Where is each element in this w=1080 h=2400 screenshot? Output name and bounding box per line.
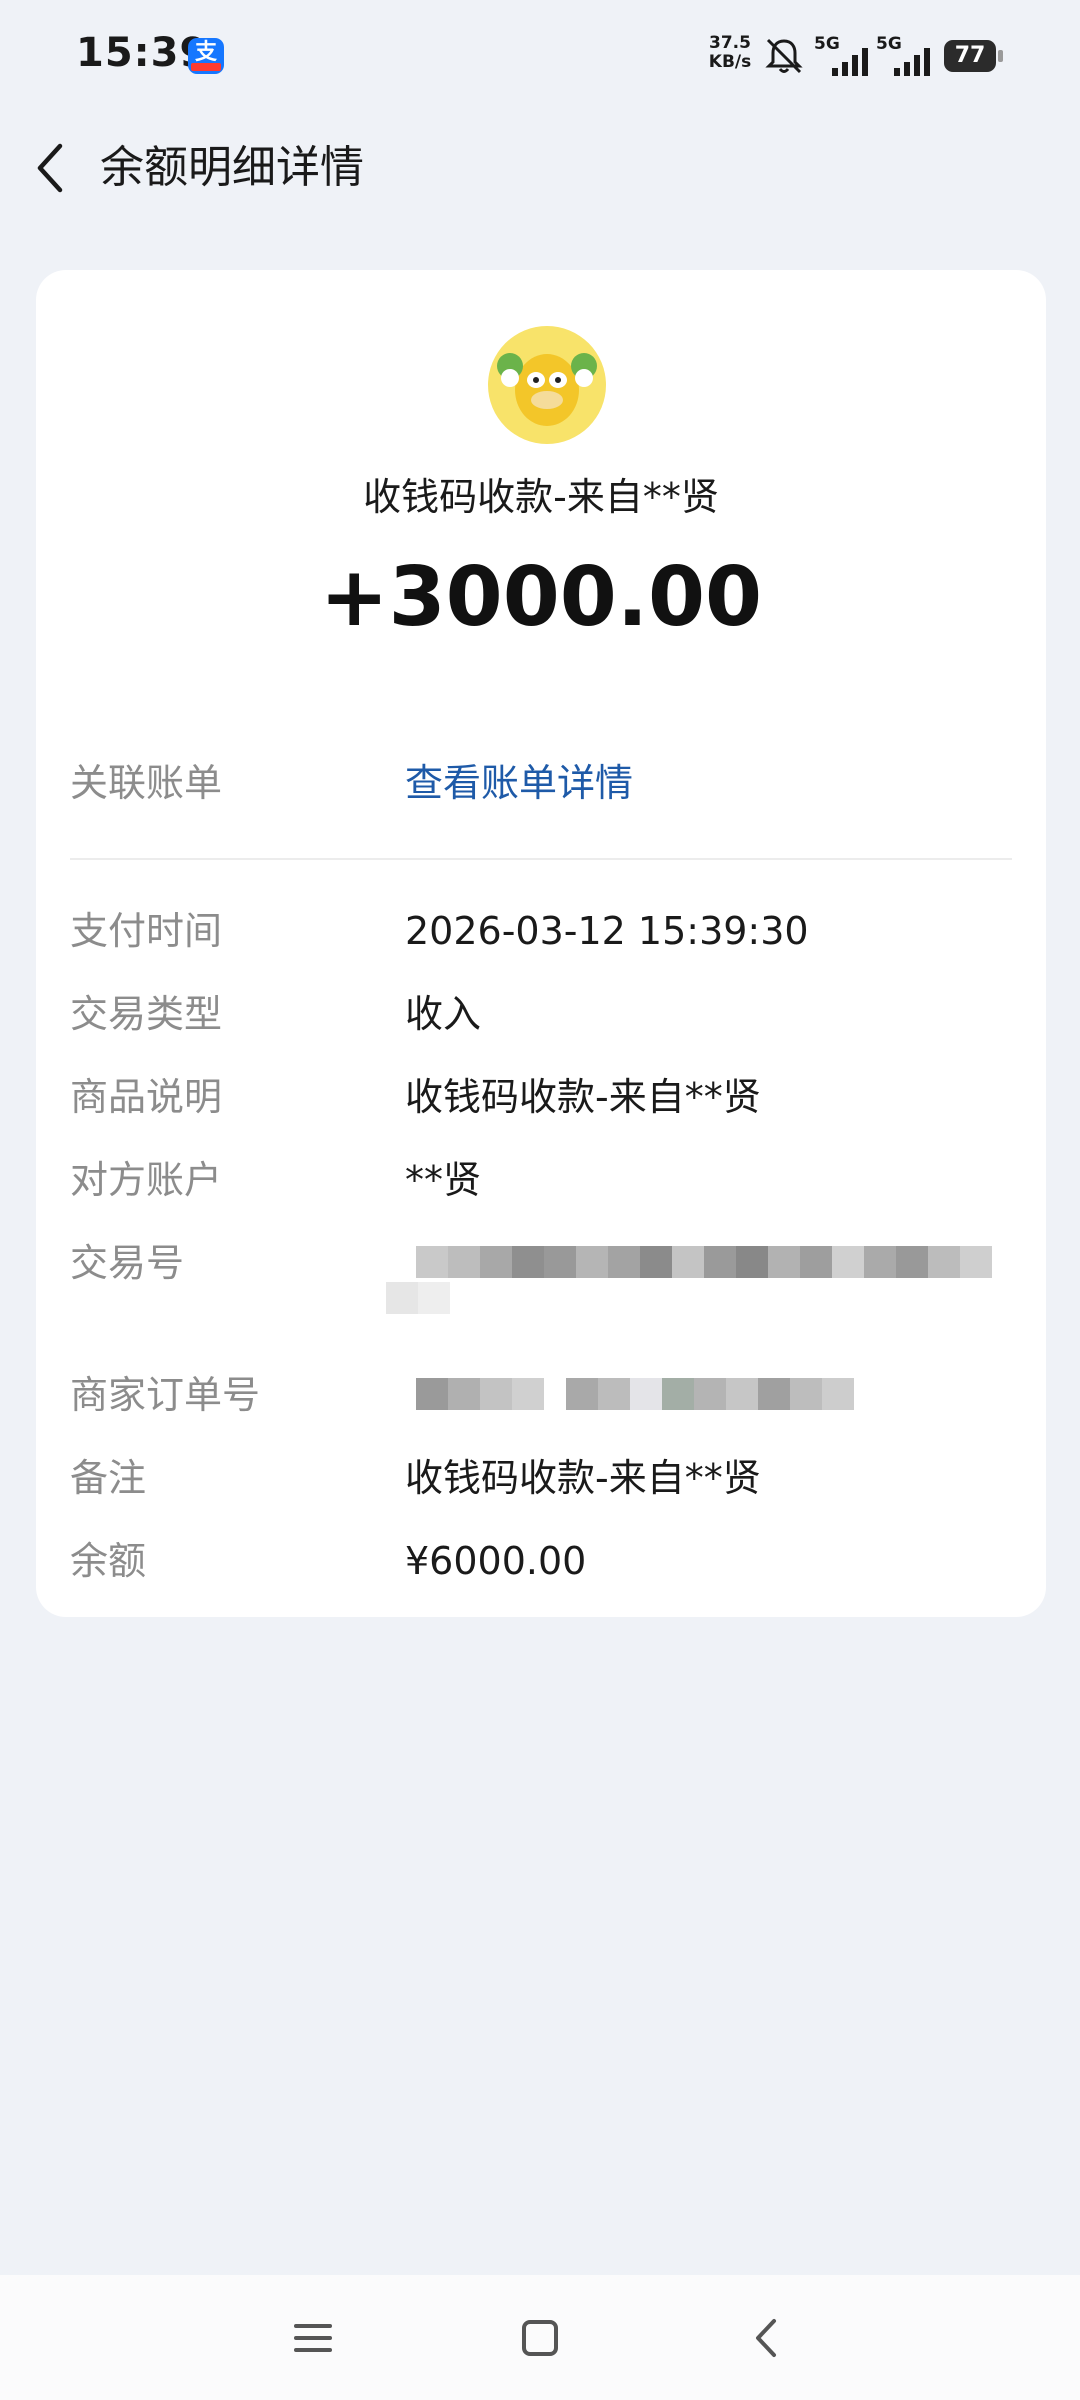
page-title: 余额明细详情 (100, 142, 364, 193)
mute-bell-icon (765, 38, 803, 74)
system-nav-bar (0, 2275, 1080, 2400)
goods-desc-value: 收钱码收款-来自**贤 (405, 1075, 761, 1119)
remark-label: 备注 (70, 1456, 147, 1500)
signal-icon-sim1: 5G (814, 34, 874, 76)
status-bar: 15:39 支 37.5 KB/s 5G 5G 77 (0, 0, 1080, 110)
back-chevron-icon[interactable] (30, 138, 70, 198)
trade-title: 收钱码收款-来自**贤 (363, 475, 719, 519)
balance-label: 余额 (70, 1539, 147, 1583)
trade-no-redacted-2 (386, 1282, 450, 1314)
trade-amount: +3000.00 (319, 550, 763, 645)
trade-no-redacted (416, 1246, 992, 1278)
signal-icon-sim2: 5G (876, 34, 936, 76)
network-speed: 37.5 KB/s (708, 33, 752, 72)
menu-icon[interactable] (288, 2313, 338, 2363)
merchant-order-redacted (416, 1378, 854, 1410)
nav-back-icon[interactable] (742, 2313, 792, 2363)
page-header: 余额明细详情 (0, 110, 1080, 230)
battery-level: 77 (944, 40, 996, 72)
divider (70, 858, 1012, 860)
pay-time-label: 支付时间 (70, 909, 223, 953)
counterparty-label: 对方账户 (70, 1158, 223, 1202)
pay-time-value: 2026-03-12 15:39:30 (405, 909, 809, 953)
alipay-app-icon: 支 (188, 38, 224, 74)
battery-icon: 77 (944, 40, 1004, 72)
remark-value: 收钱码收款-来自**贤 (405, 1456, 761, 1500)
counterparty-value: **贤 (405, 1158, 482, 1202)
home-icon[interactable] (515, 2313, 565, 2363)
merchant-order-label: 商家订单号 (70, 1373, 261, 1417)
balance-value: ¥6000.00 (405, 1539, 587, 1583)
view-bill-detail-link[interactable]: 查看账单详情 (405, 758, 633, 808)
trade-type-label: 交易类型 (70, 992, 223, 1036)
linked-bill-label: 关联账单 (70, 761, 223, 805)
trade-no-label: 交易号 (70, 1241, 185, 1285)
goods-desc-label: 商品说明 (70, 1075, 223, 1119)
avatar (488, 326, 606, 444)
detail-card: 收钱码收款-来自**贤 +3000.00 关联账单 查看账单详情 支付时间 20… (36, 270, 1046, 1617)
trade-type-value: 收入 (405, 992, 482, 1036)
